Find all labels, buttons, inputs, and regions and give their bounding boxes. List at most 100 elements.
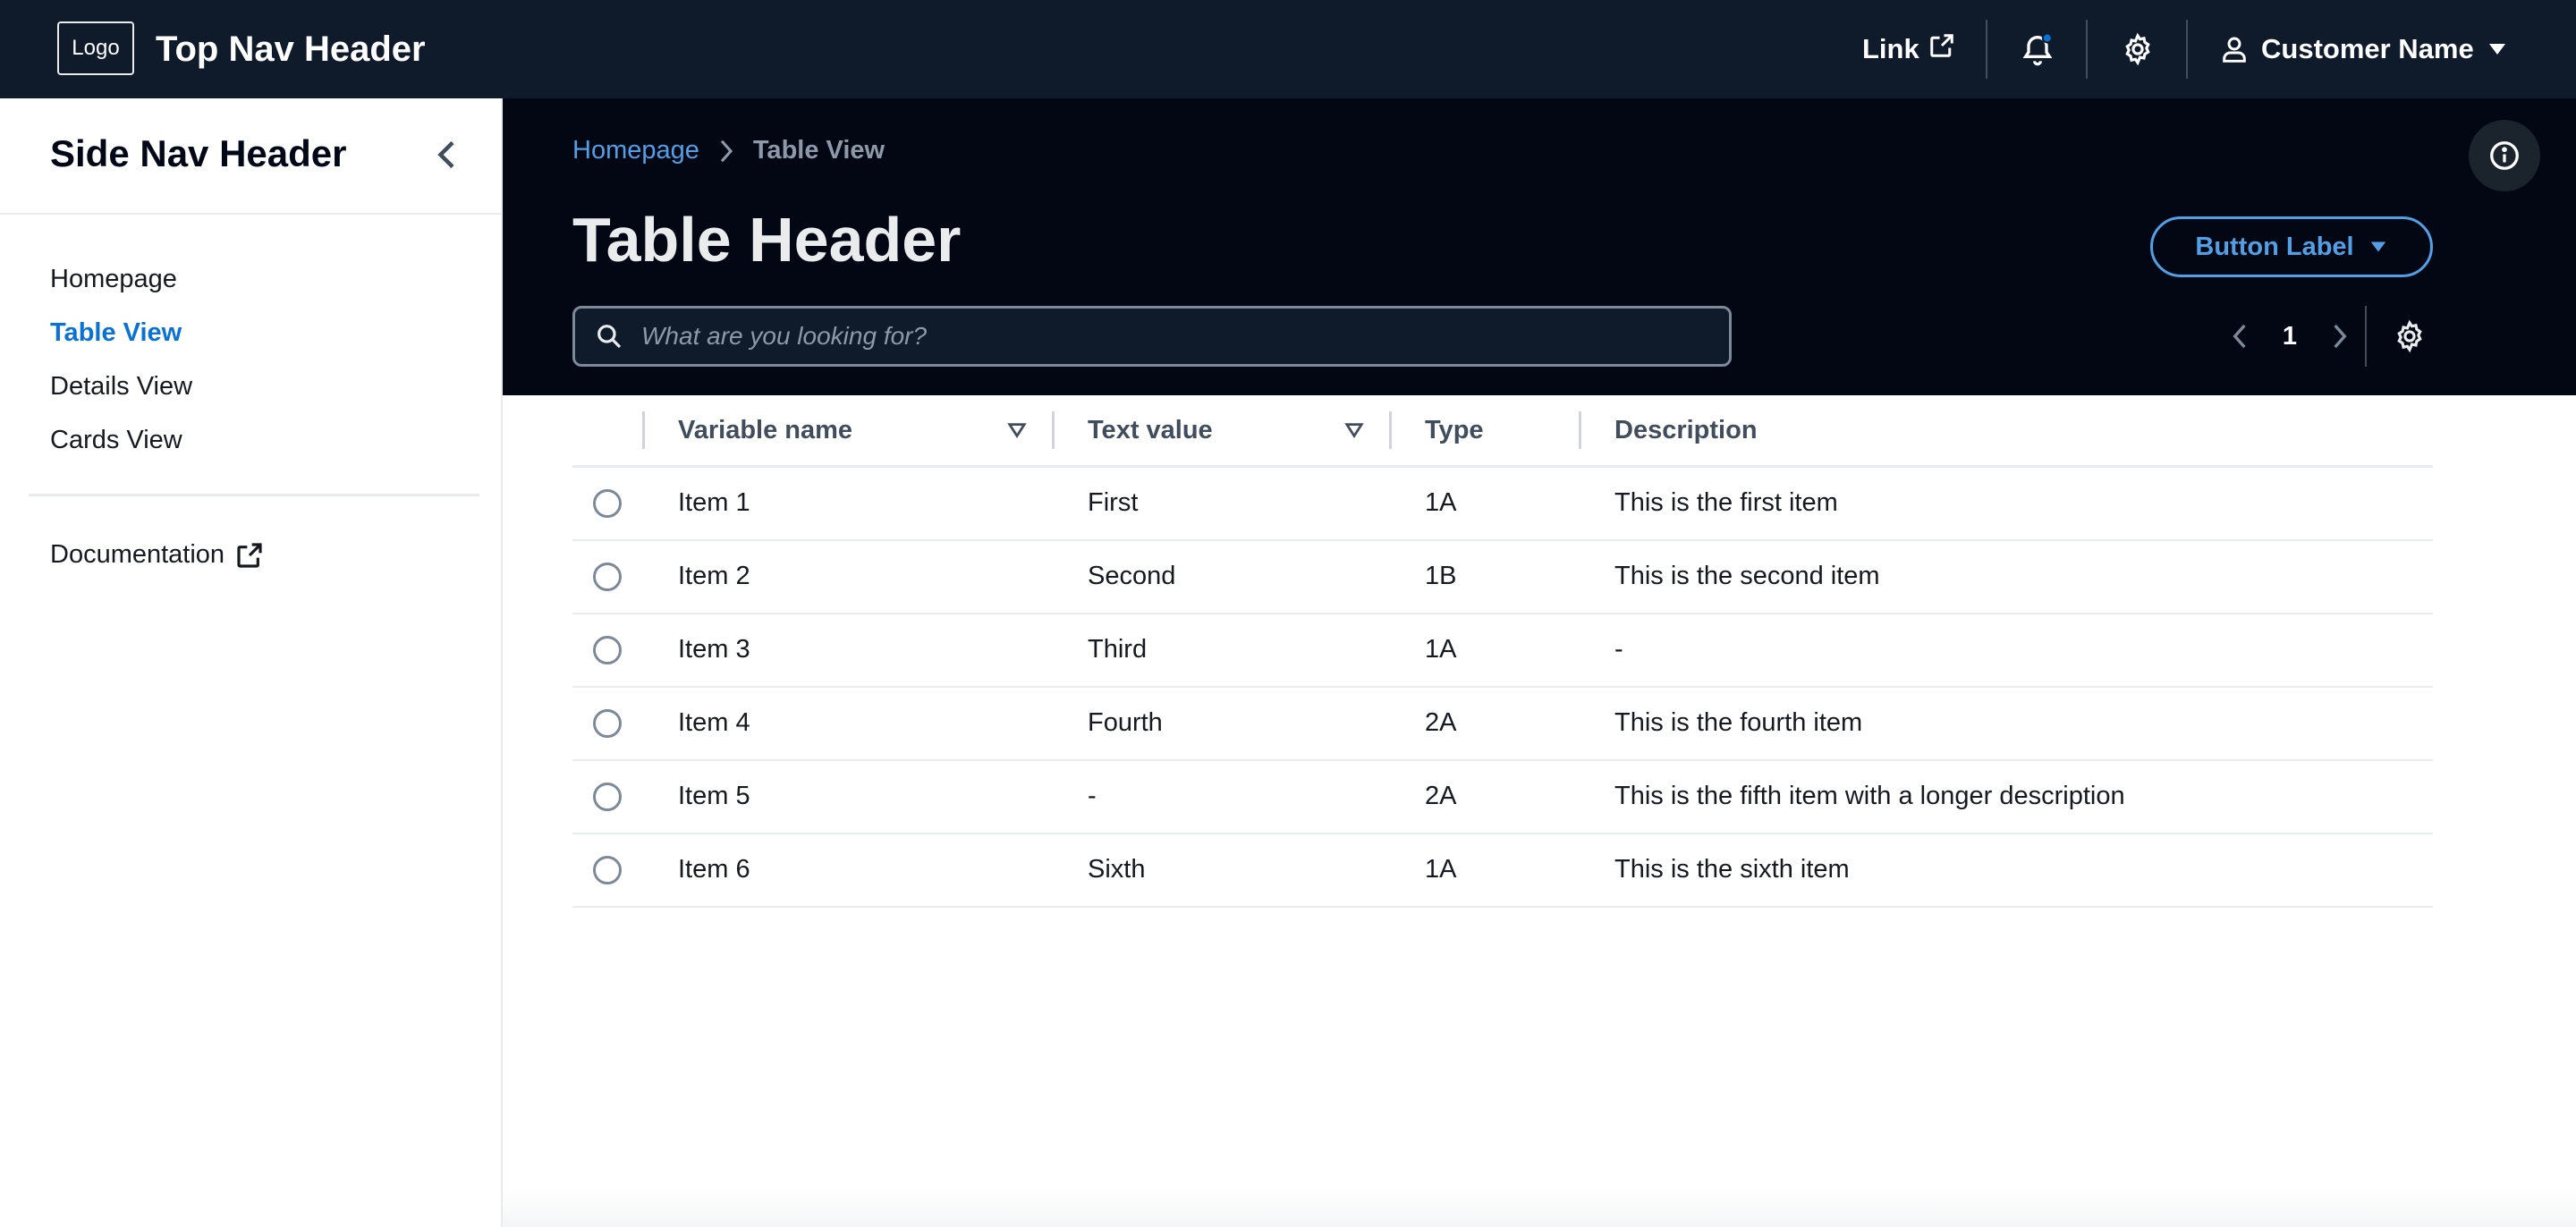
side-nav-header: Side Nav Header	[0, 98, 501, 215]
row-radio[interactable]	[593, 709, 622, 739]
column-header-variable-name[interactable]: Variable name	[642, 395, 1052, 468]
cell-type: 1A	[1389, 466, 1579, 541]
table-row[interactable]: Item 5 - 2A This is the fifth item with …	[572, 759, 2433, 834]
select-column-header	[572, 395, 642, 468]
breadcrumb: Homepage Table View	[572, 136, 885, 165]
previous-page-button[interactable]	[2215, 311, 2265, 361]
table-preferences-button[interactable]	[2385, 311, 2435, 361]
cell-type: 2A	[1389, 759, 1579, 834]
row-select-cell[interactable]	[572, 466, 642, 541]
chevron-left-icon	[2233, 324, 2246, 349]
table-row[interactable]: Item 4 Fourth 2A This is the fourth item	[572, 686, 2433, 761]
logo[interactable]: Logo	[57, 21, 134, 75]
user-icon	[2223, 37, 2246, 63]
column-header-label: Variable name	[678, 415, 853, 444]
cell-description: This is the fifth item with a longer des…	[1579, 759, 2433, 834]
sidebar-item-table-view[interactable]: Table View	[50, 306, 192, 360]
cell-description: This is the second item	[1579, 539, 2433, 614]
row-radio[interactable]	[593, 636, 622, 665]
column-header-description[interactable]: Description	[1579, 395, 2433, 468]
table-row[interactable]: Item 2 Second 1B This is the second item	[572, 539, 2433, 614]
cell-description: -	[1579, 613, 2433, 688]
sidebar-item-documentation[interactable]: Documentation	[50, 540, 264, 570]
actions-dropdown-label: Button Label	[2195, 232, 2354, 261]
top-nav-link[interactable]: Link	[1862, 0, 1955, 98]
cell-text-value: Sixth	[1052, 833, 1389, 908]
side-nav-divider	[29, 494, 479, 496]
collapse-side-nav-button[interactable]	[428, 132, 467, 177]
top-nav-divider	[2086, 20, 2088, 79]
table-row[interactable]: Item 6 Sixth 1A This is the sixth item	[572, 833, 2433, 908]
top-nav-divider	[2186, 20, 2188, 79]
cell-description: This is the fourth item	[1579, 686, 2433, 761]
cell-variable-name: Item 5	[642, 759, 1052, 834]
cell-variable-name: Item 2	[642, 539, 1052, 614]
row-radio[interactable]	[593, 783, 622, 812]
row-radio[interactable]	[593, 563, 622, 592]
user-menu[interactable]: Customer Name	[2220, 0, 2508, 98]
sort-icon[interactable]	[1344, 420, 1364, 440]
column-header-label: Type	[1425, 415, 1484, 444]
search-icon	[597, 325, 622, 349]
next-page-button[interactable]	[2315, 311, 2365, 361]
gear-icon	[2397, 319, 2422, 353]
row-select-cell[interactable]	[572, 759, 642, 834]
cell-text-value: Third	[1052, 613, 1389, 688]
cell-text-value: First	[1052, 466, 1389, 541]
caret-down-icon	[2488, 44, 2505, 55]
search-input[interactable]	[640, 321, 1695, 351]
side-nav: Side Nav Header Homepage Table View Deta…	[0, 98, 503, 1227]
cell-description: This is the sixth item	[1579, 833, 2433, 908]
cell-variable-name: Item 1	[642, 466, 1052, 541]
data-table: Variable name Text value Type Descriptio…	[572, 395, 2433, 908]
notifications-button[interactable]	[2012, 24, 2063, 74]
row-select-cell[interactable]	[572, 613, 642, 688]
top-nav: Logo Top Nav Header Link Customer Name	[0, 0, 2576, 98]
side-nav-links: Homepage Table View Details View Cards V…	[50, 252, 192, 467]
cell-type: 1A	[1389, 833, 1579, 908]
row-select-cell[interactable]	[572, 539, 642, 614]
row-radio[interactable]	[593, 489, 622, 519]
sidebar-item-homepage[interactable]: Homepage	[50, 252, 192, 306]
table-row[interactable]: Item 3 Third 1A -	[572, 613, 2433, 688]
cell-type: 1A	[1389, 613, 1579, 688]
chevron-right-icon	[2334, 324, 2347, 349]
column-separator	[1052, 411, 1055, 449]
side-nav-title[interactable]: Side Nav Header	[50, 132, 347, 175]
sidebar-item-cards-view[interactable]: Cards View	[50, 413, 192, 467]
cell-description: This is the first item	[1579, 466, 2433, 541]
column-header-type[interactable]: Type	[1389, 395, 1579, 468]
column-header-text-value[interactable]: Text value	[1052, 395, 1389, 468]
external-link-icon	[237, 542, 262, 568]
documentation-label: Documentation	[50, 540, 225, 569]
settings-button[interactable]	[2113, 24, 2163, 74]
top-nav-title[interactable]: Top Nav Header	[156, 0, 426, 98]
column-separator	[642, 411, 645, 449]
cell-type: 1B	[1389, 539, 1579, 614]
sort-icon[interactable]	[1007, 420, 1027, 440]
table-row[interactable]: Item 1 First 1A This is the first item	[572, 466, 2433, 541]
cell-text-value: Fourth	[1052, 686, 1389, 761]
info-panel-button[interactable]	[2469, 120, 2540, 191]
sidebar-item-details-view[interactable]: Details View	[50, 360, 192, 413]
cell-variable-name: Item 3	[642, 613, 1052, 688]
row-select-cell[interactable]	[572, 833, 642, 908]
pagination: 1	[2215, 306, 2365, 367]
search-field[interactable]	[572, 306, 1732, 367]
actions-dropdown-button[interactable]: Button Label	[2150, 216, 2433, 277]
page-title: Table Header	[572, 205, 962, 275]
cell-variable-name: Item 4	[642, 686, 1052, 761]
breadcrumb-home-link[interactable]: Homepage	[572, 136, 699, 165]
bell-icon	[2022, 32, 2053, 66]
column-header-label: Text value	[1088, 415, 1213, 444]
breadcrumb-current: Table View	[752, 136, 886, 165]
row-select-cell[interactable]	[572, 686, 642, 761]
cell-text-value: -	[1052, 759, 1389, 834]
content-header: Homepage Table View Table Header Button …	[503, 98, 2576, 395]
current-page-number[interactable]: 1	[2265, 322, 2315, 351]
column-separator	[1389, 411, 1392, 449]
top-nav-link-label: Link	[1862, 33, 1919, 64]
user-name: Customer Name	[2261, 33, 2474, 64]
row-radio[interactable]	[593, 856, 622, 885]
gear-icon	[2125, 32, 2150, 66]
